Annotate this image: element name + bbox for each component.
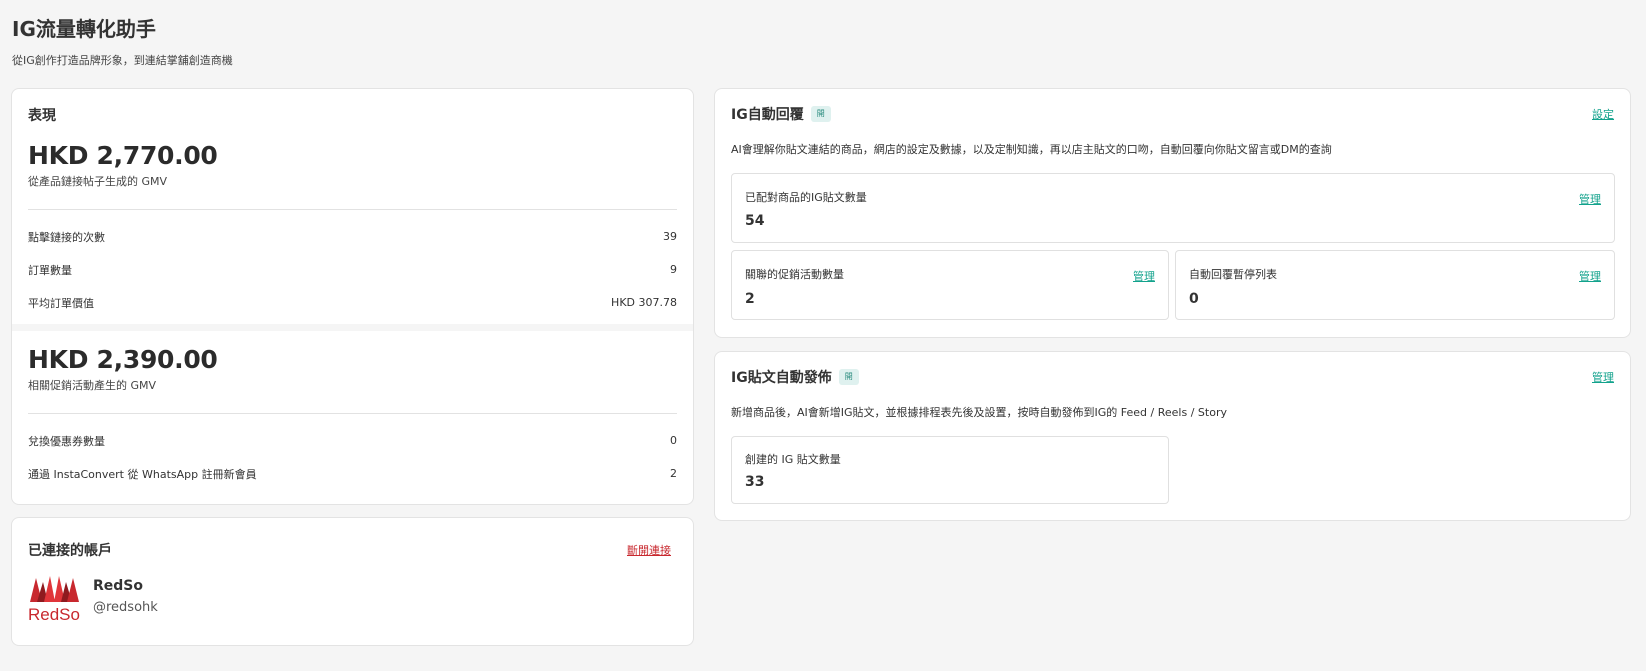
stat-row-orders: 訂單數量 9 [12, 253, 693, 286]
disconnect-link[interactable]: 斷開連接 [627, 542, 671, 558]
metric-label: 已配對商品的IG貼文數量 [745, 191, 867, 204]
stat-row-avg-order: 平均訂單價值 HKD 307.78 [12, 286, 693, 319]
stat-row-coupons: 兌換優惠券數量 0 [12, 424, 693, 457]
auto-post-description: 新增商品後，AI會新增IG貼文，並根據排程表先後及設置，按時自動發佈到IG的 F… [731, 406, 1227, 419]
metric-value: 0 [1189, 291, 1199, 307]
metric-label: 創建的 IG 貼文數量 [745, 453, 841, 466]
matched-posts-box: 已配對商品的IG貼文數量 管理 54 [731, 173, 1615, 243]
gmv-promo-caption: 相關促銷活動產生的 GMV [28, 379, 157, 392]
connected-account-title: 已連接的帳戶 [28, 543, 112, 559]
auto-post-card: IG貼文自動發佈 開 管理 新增商品後，AI會新增IG貼文，並根據排程表先後及設… [714, 351, 1631, 521]
performance-card: 表現 HKD 2,770.00 從產品鏈接帖子生成的 GMV 點擊鏈接的次數 3… [11, 88, 694, 505]
promotions-box: 關聯的促銷活動數量 管理 2 [731, 250, 1169, 320]
auto-reply-title: IG自動回覆 [731, 107, 804, 123]
page-subtitle: 從IG創作打造品牌形象，到連結掌舖創造商機 [12, 54, 233, 67]
page-header: IG流量轉化助手 從IG創作打造品牌形象，到連結掌舖創造商機 [12, 16, 233, 68]
gmv-product-caption: 從產品鏈接帖子生成的 GMV [28, 175, 168, 188]
stat-label: 點擊鏈接的次數 [28, 230, 105, 244]
account-handle: @redsohk [93, 600, 158, 615]
stat-label: 通過 InstaConvert 從 WhatsApp 註冊新會員 [28, 467, 257, 481]
page-title: IG流量轉化助手 [12, 17, 156, 41]
stat-value: 2 [670, 467, 677, 480]
manage-matched-posts-link[interactable]: 管理 [1579, 191, 1601, 207]
settings-link[interactable]: 設定 [1592, 106, 1614, 122]
metric-value: 2 [745, 291, 755, 307]
manage-paused-list-link[interactable]: 管理 [1579, 268, 1601, 284]
created-posts-box: 創建的 IG 貼文數量 33 [731, 436, 1169, 504]
connected-account-card: 已連接的帳戶 斷開連接 RedSo RedSo @redsohk [11, 517, 694, 646]
performance-title: 表現 [28, 108, 56, 124]
stat-label: 訂單數量 [28, 263, 72, 277]
stat-label: 平均訂單價值 [28, 296, 94, 310]
auto-reply-card: IG自動回覆 開 設定 AI會理解你貼文連結的商品，網店的設定及數據，以及定制知… [714, 88, 1631, 338]
redso-logo-icon [30, 576, 79, 602]
auto-post-title: IG貼文自動發佈 [731, 370, 832, 386]
section-gap [12, 324, 693, 331]
stat-label: 兌換優惠券數量 [28, 434, 105, 448]
metric-value: 54 [745, 213, 765, 229]
manage-promotions-link[interactable]: 管理 [1133, 268, 1155, 284]
stat-row-new-members: 通過 InstaConvert 從 WhatsApp 註冊新會員 2 [12, 457, 693, 490]
metric-value: 33 [745, 474, 765, 490]
stat-value: 39 [663, 230, 677, 243]
status-badge: 開 [838, 369, 859, 385]
stat-value: 9 [670, 263, 677, 276]
stat-value: 0 [670, 434, 677, 447]
gmv-promo-value: HKD 2,390.00 [28, 345, 218, 374]
auto-post-header: IG貼文自動發佈 開 管理 [731, 367, 1614, 387]
manage-auto-post-link[interactable]: 管理 [1592, 369, 1614, 385]
stat-value: HKD 307.78 [611, 296, 677, 309]
redso-logo: RedSo [28, 576, 80, 624]
logo-text: RedSo [28, 605, 80, 624]
gmv-product-value: HKD 2,770.00 [28, 141, 218, 170]
metric-label: 關聯的促銷活動數量 [745, 268, 844, 281]
metric-label: 自動回覆暫停列表 [1189, 268, 1277, 281]
account-name: RedSo [93, 578, 143, 594]
auto-reply-header: IG自動回覆 開 設定 [731, 104, 1614, 124]
auto-reply-description: AI會理解你貼文連結的商品，網店的設定及數據，以及定制知識，再以店主貼文的口吻，… [731, 143, 1332, 156]
stat-row-clicks: 點擊鏈接的次數 39 [12, 220, 693, 253]
status-badge: 開 [810, 106, 831, 122]
paused-list-box: 自動回覆暫停列表 管理 0 [1175, 250, 1615, 320]
